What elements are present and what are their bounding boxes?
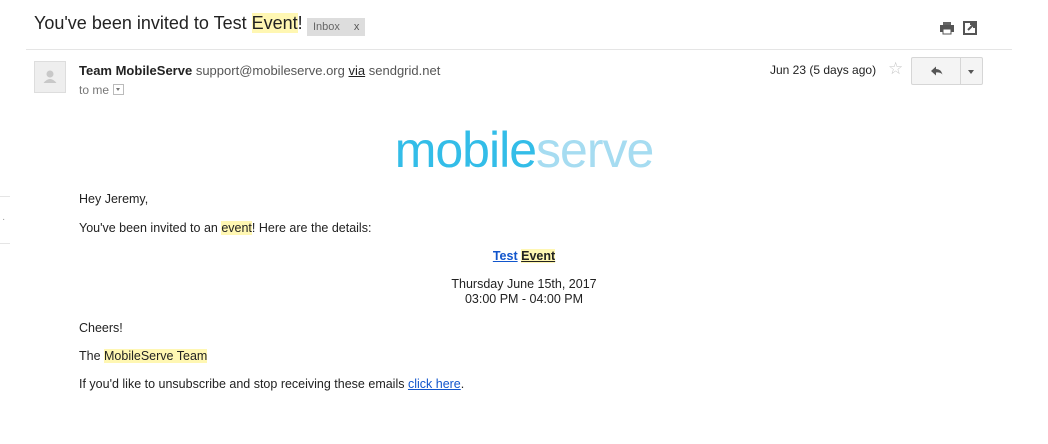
remove-label-button[interactable]: x: [354, 21, 360, 33]
avatar-icon: [43, 70, 57, 83]
closing: Cheers!: [79, 321, 123, 335]
event-date: Thursday June 15th, 2017: [451, 277, 597, 291]
invite-line: You've been invited to an event! Here ar…: [79, 221, 372, 235]
collapse-handle-icon[interactable]: ·: [2, 215, 5, 225]
recipient-text: to me: [79, 83, 110, 97]
via-link[interactable]: via: [349, 63, 366, 78]
sender-email: support@mobileserve.org: [195, 63, 345, 78]
event-name: Test Event: [376, 249, 672, 263]
mobileserve-logo: mobileserve: [0, 117, 1048, 183]
email-date: Jun 23 (5 days ago): [770, 63, 877, 77]
reply-icon: [931, 66, 943, 76]
signoff-highlight: MobileServe Team: [104, 349, 208, 363]
logo-part-mobile: mobile: [394, 122, 537, 178]
recipient-line: to me: [79, 83, 125, 97]
event-link[interactable]: Test Event: [493, 249, 556, 263]
unsubscribe-link[interactable]: click here: [408, 377, 461, 391]
header-divider: [26, 49, 1012, 50]
reply-button[interactable]: [911, 57, 961, 85]
print-icon[interactable]: [939, 20, 955, 36]
avatar: [34, 61, 66, 93]
chevron-down-icon[interactable]: [113, 84, 125, 96]
inbox-label-text: Inbox: [313, 21, 340, 33]
signoff: The MobileServe Team: [79, 349, 208, 363]
logo-part-serve: serve: [536, 122, 654, 178]
side-panel-edge: ·: [0, 196, 10, 244]
subject-highlight: Event: [251, 13, 298, 33]
event-time: 03:00 PM - 04:00 PM: [464, 292, 584, 306]
unsubscribe-line: If you'd like to unsubscribe and stop re…: [79, 377, 465, 391]
greeting: Hey Jeremy,: [79, 192, 149, 206]
more-options-button[interactable]: [960, 57, 983, 85]
new-window-icon[interactable]: [962, 20, 978, 36]
via-domain: sendgrid.net: [368, 63, 441, 78]
email-subject: You've been invited to Test Event!: [34, 13, 303, 33]
invite-highlight: event: [221, 221, 252, 235]
inbox-label[interactable]: Inbox x: [307, 18, 366, 36]
sender-name[interactable]: Team MobileServe: [79, 63, 192, 78]
sender-line: Team MobileServe support@mobileserve.org…: [79, 63, 440, 78]
star-icon[interactable]: ☆: [888, 60, 903, 78]
